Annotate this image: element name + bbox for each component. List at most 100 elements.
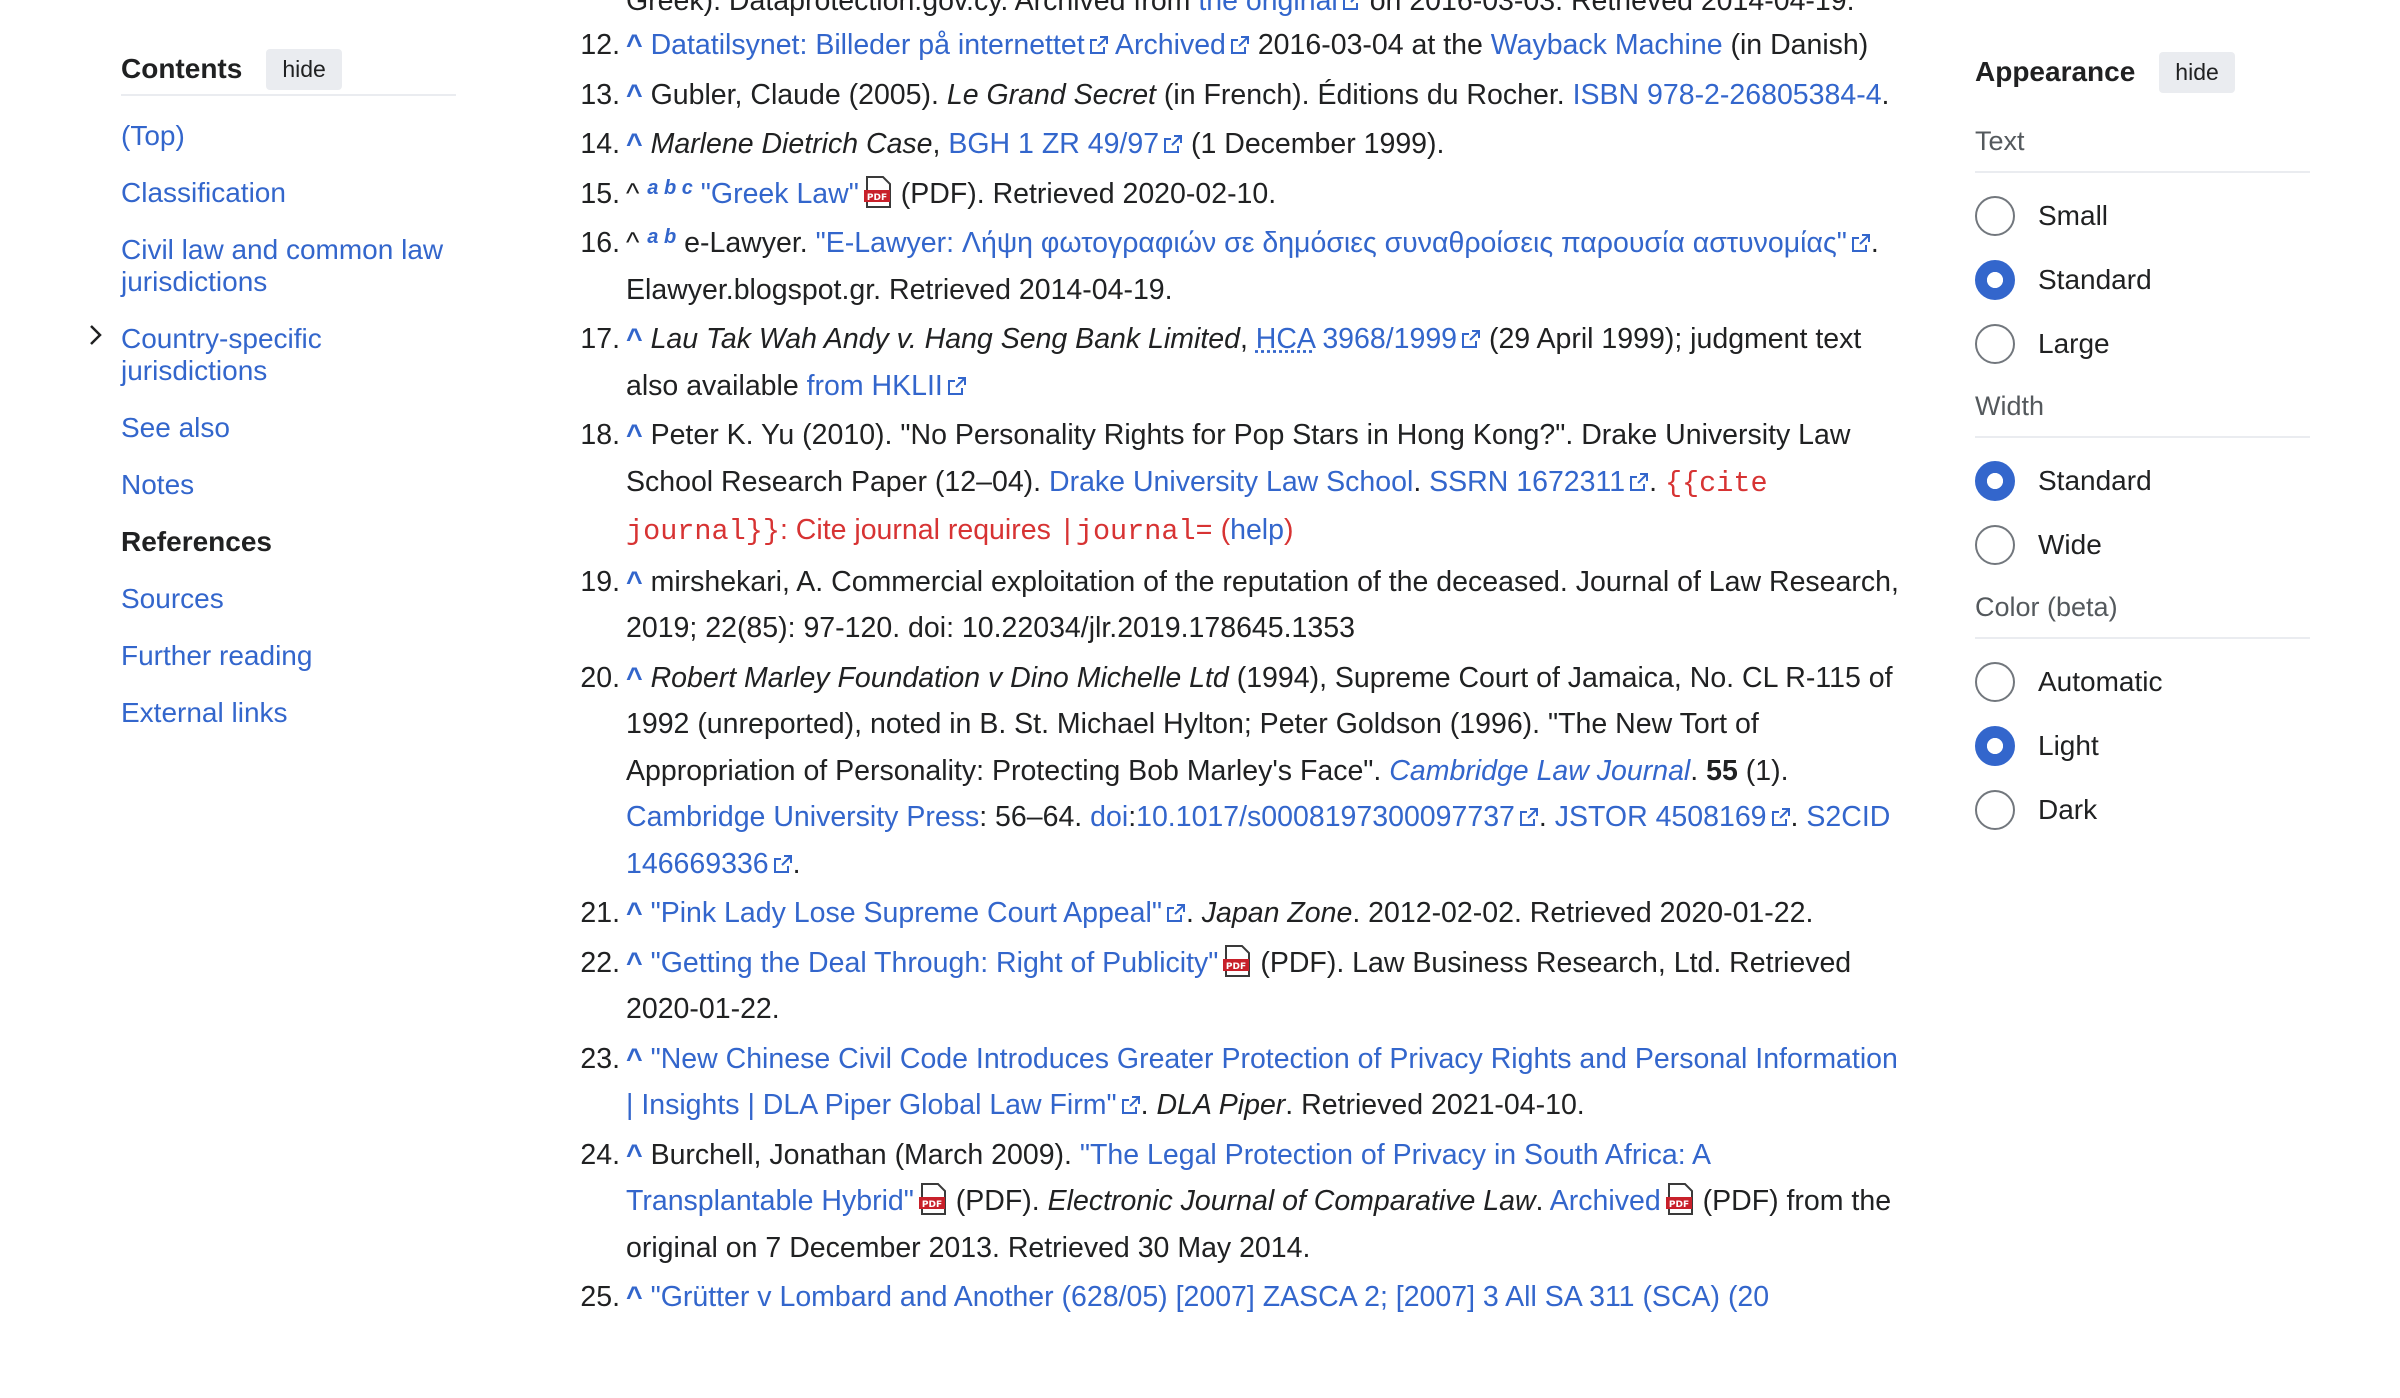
reference-item: 25. ^ "Grütter v Lombard and Another (628… xyxy=(580,1281,1770,1313)
isbn-link[interactable]: ISBN 978-2-26805384-4 xyxy=(1573,79,1882,111)
external-link-icon xyxy=(1771,808,1790,826)
radio-checked-icon[interactable] xyxy=(1975,461,2015,501)
ref-link[interactable]: BGH 1 ZR 49/97 xyxy=(948,128,1159,160)
doi-link[interactable]: doi xyxy=(1090,801,1128,833)
radio-checked-icon[interactable] xyxy=(1975,260,2015,300)
ref-link[interactable]: "Greek Law" xyxy=(701,178,859,210)
toc-item-label[interactable]: Notes xyxy=(121,469,194,500)
help-link[interactable]: help xyxy=(1230,514,1284,546)
radio-icon[interactable] xyxy=(1975,196,2015,236)
toc-item-further-reading[interactable]: Further reading xyxy=(121,640,456,672)
external-link-icon xyxy=(1164,135,1183,153)
archived-link[interactable]: Archived xyxy=(1115,29,1226,61)
reference-item: 18. ^ Peter K. Yu (2010). "No Personality… xyxy=(580,419,1851,548)
toc-list: (Top) Classification Civil law and commo… xyxy=(90,120,456,729)
toc-item-external-links[interactable]: External links xyxy=(121,697,456,729)
backlink-letters[interactable]: a b xyxy=(647,226,676,248)
toc-item-sources[interactable]: Sources xyxy=(121,583,456,615)
doi-value-link[interactable]: 10.1017/s0008197300097737 xyxy=(1136,801,1515,833)
toc-item-civil-law[interactable]: Civil law and common law jurisdictions xyxy=(121,234,456,298)
toc-title: Contents xyxy=(121,53,243,84)
pdf-icon: PDF xyxy=(918,1183,946,1215)
chevron-right-icon[interactable] xyxy=(87,323,105,356)
radio-checked-icon[interactable] xyxy=(1975,726,2015,766)
reference-item: 16. ^ a b e-Lawyer. "E-Lawyer: Λήψη φωτογ… xyxy=(580,226,1879,306)
toc-item-label[interactable]: Further reading xyxy=(121,640,312,671)
radio-icon[interactable] xyxy=(1975,525,2015,565)
ssrn-link[interactable]: SSRN 1672311 xyxy=(1429,466,1625,498)
ref-link[interactable]: Drake University Law School xyxy=(1049,466,1413,498)
reference-item: 17. ^ Lau Tak Wah Andy v. Hang Seng Bank … xyxy=(580,323,1862,402)
toc-hide-button[interactable]: hide xyxy=(266,48,342,90)
width-standard-option[interactable]: Standard xyxy=(1975,460,2310,502)
backlink-caret[interactable]: ^ xyxy=(626,1139,643,1171)
backlink-caret[interactable]: ^ xyxy=(626,323,643,355)
backlink-caret[interactable]: ^ xyxy=(626,29,643,61)
svg-text:PDF: PDF xyxy=(922,1200,942,1210)
text-size-standard-option[interactable]: Standard xyxy=(1975,259,2310,301)
backlink-caret[interactable]: ^ xyxy=(626,897,643,929)
toc-item-label[interactable]: References xyxy=(121,526,272,557)
reference-item: 14. ^ Marlene Dietrich Case, BGH 1 ZR 49/… xyxy=(580,128,1445,160)
svg-text:PDF: PDF xyxy=(1226,962,1246,972)
toc-item-top[interactable]: (Top) xyxy=(121,120,456,152)
radio-icon[interactable] xyxy=(1975,790,2015,830)
text-size-label: Text xyxy=(1975,126,2310,173)
table-of-contents: Contents hide (Top) Classification Civil… xyxy=(90,48,456,754)
ref-link[interactable]: "Grütter v Lombard and Another (628/05) … xyxy=(651,1281,1770,1313)
toc-item-country-specific[interactable]: Country-specific jurisdictions xyxy=(90,323,456,387)
backlink-caret[interactable]: ^ xyxy=(626,1281,643,1313)
color-automatic-option[interactable]: Automatic xyxy=(1975,661,2310,703)
hklii-link[interactable]: from HKLII xyxy=(807,370,943,402)
radio-icon[interactable] xyxy=(1975,662,2015,702)
ref-link[interactable]: "Pink Lady Lose Supreme Court Appeal" xyxy=(651,897,1162,929)
journal-link[interactable]: Cambridge Law Journal xyxy=(1389,755,1690,787)
color-light-option[interactable]: Light xyxy=(1975,725,2310,767)
radio-icon[interactable] xyxy=(1975,324,2015,364)
toc-item-label[interactable]: Country-specific jurisdictions xyxy=(121,323,322,386)
ref-link[interactable]: 3968/1999 xyxy=(1322,323,1457,355)
text-size-small-option[interactable]: Small xyxy=(1975,195,2310,237)
ref-link[interactable]: Datatilsynet: Billeder på internettet xyxy=(651,29,1085,61)
reference-item: 15. ^ a b c "Greek Law" PDF (PDF). Retriev… xyxy=(580,175,1277,210)
archived-link[interactable]: Archived xyxy=(1550,1185,1661,1217)
reference-item: 23. ^ "New Chinese Civil Code Introduces … xyxy=(580,1042,1898,1122)
backlink-caret[interactable]: ^ xyxy=(626,662,643,694)
toc-item-label[interactable]: Sources xyxy=(121,583,224,614)
toc-item-see-also[interactable]: See also xyxy=(121,412,456,444)
text-size-large-option[interactable]: Large xyxy=(1975,323,2310,365)
backlink-caret[interactable]: ^ xyxy=(626,566,643,598)
ref-link[interactable]: "Getting the Deal Through: Right of Publ… xyxy=(651,947,1219,979)
external-link-icon xyxy=(1851,234,1870,252)
reference-item: 12. ^ Datatilsynet: Billeder på internett… xyxy=(580,29,1869,61)
appearance-hide-button[interactable]: hide xyxy=(2159,51,2235,93)
toc-item-label[interactable]: Classification xyxy=(121,177,286,208)
toc-item-references[interactable]: References xyxy=(121,526,456,558)
svg-text:PDF: PDF xyxy=(867,193,887,203)
reference-item: 21. ^ "Pink Lady Lose Supreme Court Appea… xyxy=(580,897,1814,929)
backlink-caret[interactable]: ^ xyxy=(626,947,643,979)
wayback-link[interactable]: Wayback Machine xyxy=(1491,29,1723,61)
backlink-caret[interactable]: ^ xyxy=(626,419,643,451)
toc-item-label[interactable]: Civil law and common law jurisdictions xyxy=(121,234,443,297)
jstor-link[interactable]: JSTOR 4508169 xyxy=(1555,801,1767,833)
backlink-caret[interactable]: ^ xyxy=(626,79,643,111)
backlink-letters[interactable]: a b c xyxy=(647,177,693,199)
toc-item-label[interactable]: External links xyxy=(121,697,288,728)
width-wide-option[interactable]: Wide xyxy=(1975,524,2310,566)
ref-link[interactable]: "E-Lawyer: Λήψη φωτογραφιών σε δημόσιες … xyxy=(816,227,1847,259)
backlink-caret[interactable]: ^ xyxy=(626,1043,643,1075)
external-link-icon xyxy=(773,854,792,873)
color-dark-option[interactable]: Dark xyxy=(1975,789,2310,831)
appearance-header: Appearance hide xyxy=(1975,48,2310,96)
external-link-icon xyxy=(947,376,966,395)
backlink-caret[interactable]: ^ xyxy=(626,128,643,160)
toc-item-label[interactable]: (Top) xyxy=(121,120,185,151)
toc-item-label[interactable]: See also xyxy=(121,412,230,443)
hca-abbr[interactable]: HCA xyxy=(1256,323,1315,355)
toc-item-notes[interactable]: Notes xyxy=(121,469,456,501)
external-link-icon xyxy=(1166,904,1185,922)
publisher-link[interactable]: Cambridge University Press xyxy=(626,801,979,833)
external-link-icon xyxy=(1089,36,1108,54)
toc-item-classification[interactable]: Classification xyxy=(121,177,456,209)
